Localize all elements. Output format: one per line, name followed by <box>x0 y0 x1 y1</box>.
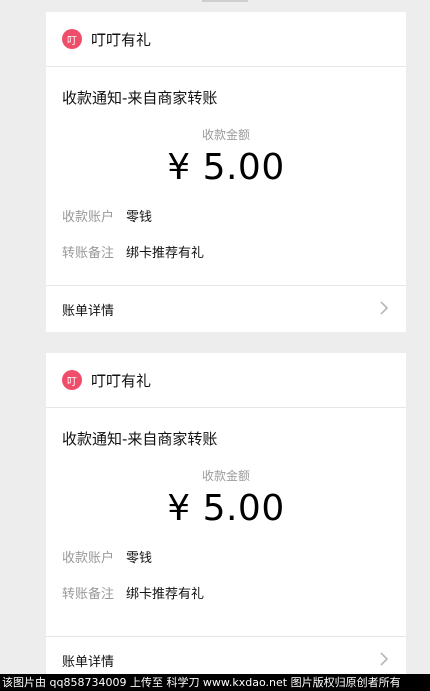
card-header[interactable]: 叮 叮叮有礼 <box>46 12 406 67</box>
bill-details-label: 账单详情 <box>62 303 115 319</box>
amount-label: 收款金额 <box>201 128 250 142</box>
remark-value: 绑卡推荐有礼 <box>126 246 205 261</box>
message-card-1: 叮 叮叮有礼 收款通知-来自商家转账 收款金额 ¥ 5.00 收款账户 零钱 转… <box>46 12 406 332</box>
remark-row: 转账备注 绑卡推荐有礼 <box>46 583 406 602</box>
brand-name: 叮叮有礼 <box>91 30 152 49</box>
amount-value: ¥ 5.00 <box>167 488 285 529</box>
account-label: 收款账户 <box>62 210 115 225</box>
notice-title: 收款通知-来自商家转账 <box>62 89 218 107</box>
top-handle <box>202 0 248 2</box>
account-value: 零钱 <box>126 551 153 566</box>
notice-title: 收款通知-来自商家转账 <box>62 430 218 448</box>
remark-label: 转账备注 <box>62 246 115 261</box>
brand-name: 叮叮有礼 <box>91 371 152 390</box>
remark-label: 转账备注 <box>62 587 115 602</box>
remark-row: 转账备注 绑卡推荐有礼 <box>46 242 406 261</box>
card-header[interactable]: 叮 叮叮有礼 <box>46 353 406 408</box>
bill-details-link[interactable]: 账单详情 <box>46 285 406 332</box>
bill-details-label: 账单详情 <box>62 654 115 670</box>
account-row: 收款账户 零钱 <box>46 547 406 566</box>
account-row: 收款账户 零钱 <box>46 206 406 225</box>
chevron-right-icon <box>380 301 389 315</box>
amount-label: 收款金额 <box>201 469 250 483</box>
account-value: 零钱 <box>126 210 153 225</box>
brand-logo-icon: 叮 <box>62 370 82 390</box>
chevron-right-icon <box>380 652 389 666</box>
remark-value: 绑卡推荐有礼 <box>126 587 205 602</box>
watermark-banner: 该图片由 qq858734009 上传至 科学刀 www.kxdao.net 图… <box>0 674 430 691</box>
message-card-2: 叮 叮叮有礼 收款通知-来自商家转账 收款金额 ¥ 5.00 收款账户 零钱 转… <box>46 353 406 683</box>
account-label: 收款账户 <box>62 551 115 566</box>
brand-logo-icon: 叮 <box>62 29 82 49</box>
amount-value: ¥ 5.00 <box>167 147 285 188</box>
